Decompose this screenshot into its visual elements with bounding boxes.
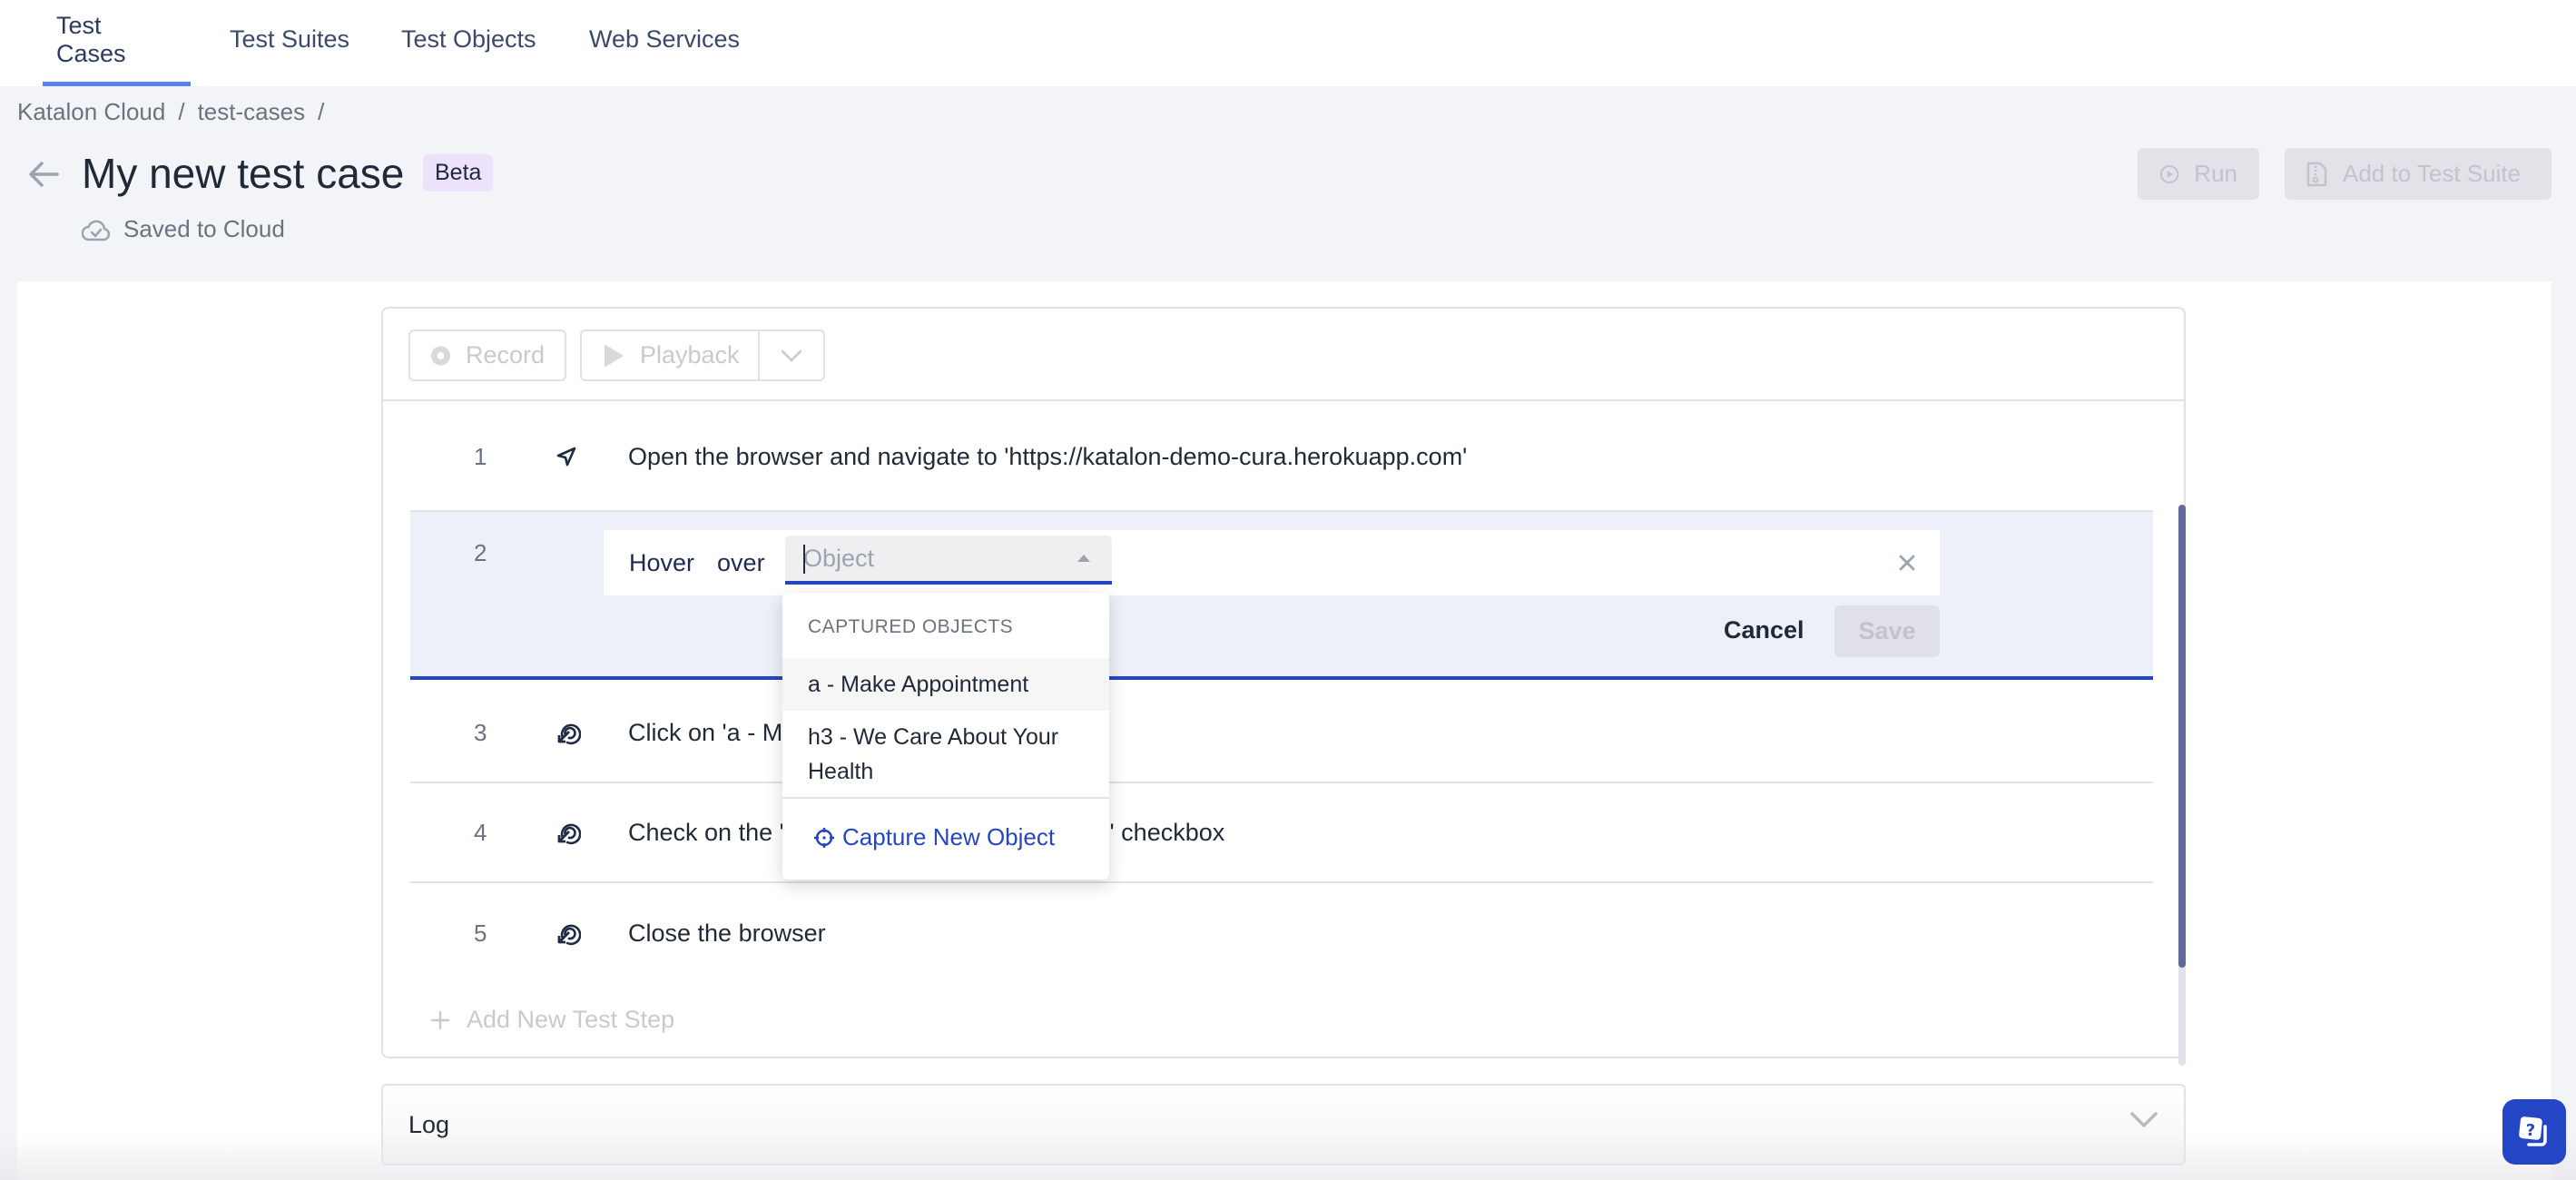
play-circle-icon xyxy=(2159,164,2179,183)
object-input[interactable] xyxy=(803,544,1057,573)
cloud-check-icon xyxy=(82,220,111,241)
add-new-test-step-button[interactable]: Add New Test Step xyxy=(430,1006,674,1034)
click-target-icon xyxy=(556,683,581,782)
test-step-row[interactable]: 5 Close the browser xyxy=(410,883,2153,983)
top-navigation: Test Cases Test Suites Test Objects Web … xyxy=(0,0,2576,86)
record-icon xyxy=(430,345,451,366)
tab-label: Test Cases xyxy=(56,11,126,67)
step-number: 1 xyxy=(474,442,487,470)
add-to-test-suite-button[interactable]: Add to Test Suite xyxy=(2285,148,2551,200)
breadcrumb-separator: / xyxy=(318,98,325,125)
step-edit-field: Hover over xyxy=(604,530,1940,595)
step-number: 2 xyxy=(474,539,487,566)
click-target-icon xyxy=(556,783,581,881)
step-preposition: over xyxy=(717,548,765,576)
log-panel-toggle[interactable]: Log xyxy=(381,1084,2186,1165)
add-step-label: Add New Test Step xyxy=(467,1006,675,1033)
navigate-arrow-icon xyxy=(556,403,577,510)
playback-button[interactable]: Playback xyxy=(582,331,760,379)
page-title: My new test case xyxy=(82,150,405,197)
playback-split-button: Playback xyxy=(580,329,825,381)
cancel-button[interactable]: Cancel xyxy=(1724,605,1804,656)
dropdown-divider xyxy=(782,797,1109,799)
back-button[interactable] xyxy=(25,156,62,192)
plus-icon xyxy=(430,1010,450,1029)
breadcrumb-item-katalon-cloud[interactable]: Katalon Cloud xyxy=(17,98,165,126)
step-number: 3 xyxy=(474,718,487,746)
log-label: Log xyxy=(408,1110,450,1138)
tab-web-services[interactable]: Web Services xyxy=(575,0,753,86)
step-text[interactable]: Open the browser and navigate to 'https:… xyxy=(628,403,1467,510)
caret-up-icon[interactable] xyxy=(1077,555,1090,562)
run-button[interactable]: Run xyxy=(2138,148,2259,200)
playback-label: Playback xyxy=(640,341,740,369)
save-button[interactable]: Save xyxy=(1834,605,1940,657)
chevron-down-icon xyxy=(2130,1112,2158,1127)
add-to-test-suite-label: Add to Test Suite xyxy=(2343,160,2522,187)
breadcrumb-item-test-cases[interactable]: test-cases xyxy=(198,98,306,126)
test-step-editor: Record Playback 1 Open the browser and n… xyxy=(381,307,2186,1066)
test-step-row[interactable]: 3 Click on 'a - M xyxy=(410,683,2153,783)
capture-new-object-button[interactable]: Capture New Object xyxy=(813,823,1055,851)
chevron-down-icon xyxy=(781,349,802,361)
capture-new-object-label: Capture New Object xyxy=(842,823,1056,851)
beta-badge: Beta xyxy=(423,154,494,192)
tab-test-suites[interactable]: Test Suites xyxy=(216,0,363,86)
test-step-edit-row: 2 Hover over Cancel Save xyxy=(410,512,2153,680)
dropdown-section-header: CAPTURED OBJECTS xyxy=(808,616,1014,637)
object-dropdown-menu: CAPTURED OBJECTS a - Make Appointment h3… xyxy=(782,593,1109,880)
step-text[interactable]: Check on the ' xyxy=(628,783,784,881)
close-icon xyxy=(1899,555,1915,571)
help-chat-button[interactable]: ? xyxy=(2502,1099,2566,1165)
dropdown-option[interactable]: a - Make Appointment xyxy=(782,658,1109,711)
file-zip-icon xyxy=(2306,162,2327,186)
object-select[interactable] xyxy=(785,536,1112,585)
record-label: Record xyxy=(465,341,545,369)
step-action-keyword[interactable]: Hover xyxy=(629,549,694,577)
tab-test-cases[interactable]: Test Cases xyxy=(43,0,191,86)
step-text-tail[interactable]: th' checkbox xyxy=(1089,783,1224,881)
tab-label: Test Suites xyxy=(230,25,350,53)
step-text[interactable]: Click on 'a - M xyxy=(628,683,782,782)
dropdown-option[interactable]: h3 - We Care About Your Health xyxy=(782,716,1109,792)
breadcrumb: Katalon Cloud / test-cases / xyxy=(17,98,324,126)
step-number: 4 xyxy=(474,818,487,846)
test-step-row[interactable]: 1 Open the browser and navigate to 'http… xyxy=(410,403,2153,512)
record-button[interactable]: Record xyxy=(408,329,566,381)
remove-step-button[interactable] xyxy=(1894,550,1920,575)
step-number: 5 xyxy=(474,919,487,947)
tab-test-objects[interactable]: Test Objects xyxy=(388,0,550,86)
step-text[interactable]: Close the browser xyxy=(628,883,826,983)
tab-label: Web Services xyxy=(589,25,741,53)
play-icon xyxy=(605,344,623,367)
save-status-text: Saved to Cloud xyxy=(123,215,285,242)
tab-label: Test Objects xyxy=(401,25,536,53)
scrollbar-thumb[interactable] xyxy=(2178,505,2186,968)
arrow-left-icon xyxy=(29,162,59,187)
editor-toolbar: Record Playback xyxy=(383,309,2184,401)
crosshair-icon xyxy=(814,827,834,848)
text-cursor xyxy=(803,545,805,574)
steps-scrollbar[interactable] xyxy=(2178,505,2186,1066)
svg-text:?: ? xyxy=(2526,1121,2535,1140)
test-step-row[interactable]: 4 Check on the ' th' checkbox xyxy=(410,783,2153,883)
run-label: Run xyxy=(2194,160,2237,187)
breadcrumb-separator: / xyxy=(178,98,185,125)
playback-options-button[interactable] xyxy=(760,331,823,379)
help-question-icon: ? xyxy=(2519,1116,2547,1146)
test-steps-list: 1 Open the browser and navigate to 'http… xyxy=(383,403,2186,1066)
click-target-icon xyxy=(556,883,581,983)
save-status: Saved to Cloud xyxy=(82,215,285,243)
